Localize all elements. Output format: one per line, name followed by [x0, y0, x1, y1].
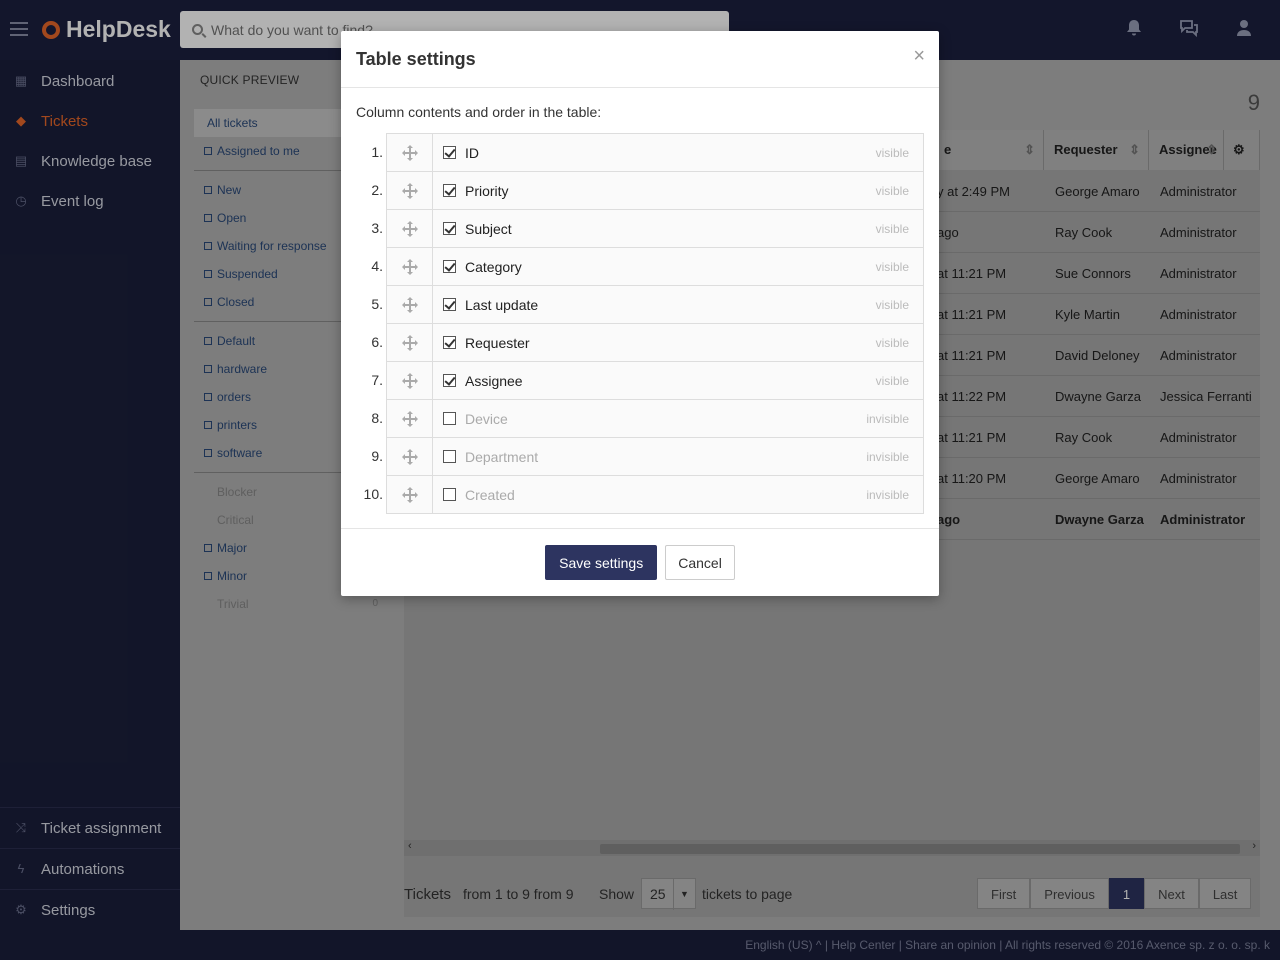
column-number: 9. — [371, 448, 383, 464]
column-number: 10. — [363, 486, 383, 502]
column-visibility: visible — [875, 335, 909, 350]
column-item: Priority visible — [386, 171, 924, 210]
drag-handle-icon[interactable] — [387, 476, 433, 513]
column-number: 6. — [371, 334, 383, 350]
column-name: Assignee — [465, 372, 523, 389]
column-checkbox[interactable] — [443, 336, 456, 349]
column-item: Created invisible — [386, 475, 924, 514]
column-row: 1. ID visible — [356, 133, 924, 172]
column-name: Device — [465, 410, 508, 427]
column-row: 4. Category visible — [356, 247, 924, 286]
column-number: 3. — [371, 220, 383, 236]
column-checkbox[interactable] — [443, 412, 456, 425]
column-name: Subject — [465, 220, 512, 237]
drag-handle-icon[interactable] — [387, 248, 433, 285]
drag-handle-icon[interactable] — [387, 362, 433, 399]
column-list: 1. ID visible 2. Priority visible 3. Subject vis… — [356, 133, 924, 514]
column-visibility: invisible — [866, 449, 909, 464]
column-checkbox[interactable] — [443, 374, 456, 387]
column-name: Created — [465, 486, 515, 503]
column-visibility: visible — [875, 221, 909, 236]
column-checkbox[interactable] — [443, 146, 456, 159]
column-item: Subject visible — [386, 209, 924, 248]
column-row: 9. Department invisible — [356, 437, 924, 476]
drag-handle-icon[interactable] — [387, 286, 433, 323]
column-number: 4. — [371, 258, 383, 274]
column-name: Priority — [465, 182, 509, 199]
column-item: Category visible — [386, 247, 924, 286]
drag-handle-icon[interactable] — [387, 210, 433, 247]
column-item: Last update visible — [386, 285, 924, 324]
table-settings-dialog: Table settings × Column contents and ord… — [341, 31, 939, 596]
column-row: 5. Last update visible — [356, 285, 924, 324]
column-item: Department invisible — [386, 437, 924, 476]
column-number: 7. — [371, 372, 383, 388]
column-row: 8. Device invisible — [356, 399, 924, 438]
drag-handle-icon[interactable] — [387, 134, 433, 171]
column-name: Requester — [465, 334, 530, 351]
column-visibility: invisible — [866, 411, 909, 426]
column-visibility: visible — [875, 297, 909, 312]
dialog-footer: Save settings Cancel — [341, 528, 939, 596]
column-checkbox[interactable] — [443, 450, 456, 463]
column-name: Department — [465, 448, 539, 465]
column-item: Requester visible — [386, 323, 924, 362]
drag-handle-icon[interactable] — [387, 438, 433, 475]
column-checkbox[interactable] — [443, 260, 456, 273]
cancel-button[interactable]: Cancel — [665, 545, 735, 580]
save-settings-button[interactable]: Save settings — [545, 545, 658, 580]
dialog-description: Column contents and order in the table: — [356, 104, 602, 120]
column-visibility: visible — [875, 259, 909, 274]
column-name: ID — [465, 144, 479, 161]
column-visibility: visible — [875, 183, 909, 198]
column-checkbox[interactable] — [443, 222, 456, 235]
column-number: 5. — [371, 296, 383, 312]
column-number: 8. — [371, 410, 383, 426]
drag-handle-icon[interactable] — [387, 324, 433, 361]
column-row: 10. Created invisible — [356, 475, 924, 514]
column-number: 1. — [371, 144, 383, 160]
column-row: 6. Requester visible — [356, 323, 924, 362]
column-checkbox[interactable] — [443, 184, 456, 197]
column-visibility: visible — [875, 145, 909, 160]
dialog-header: Table settings × — [341, 31, 939, 88]
column-row: 3. Subject visible — [356, 209, 924, 248]
drag-handle-icon[interactable] — [387, 172, 433, 209]
column-visibility: invisible — [866, 487, 909, 502]
close-icon[interactable]: × — [913, 45, 925, 68]
column-number: 2. — [371, 182, 383, 198]
column-name: Category — [465, 258, 522, 275]
column-row: 2. Priority visible — [356, 171, 924, 210]
column-visibility: visible — [875, 373, 909, 388]
column-row: 7. Assignee visible — [356, 361, 924, 400]
dialog-title: Table settings — [356, 49, 476, 69]
drag-handle-icon[interactable] — [387, 400, 433, 437]
column-checkbox[interactable] — [443, 488, 456, 501]
column-checkbox[interactable] — [443, 298, 456, 311]
column-item: Assignee visible — [386, 361, 924, 400]
column-item: ID visible — [386, 133, 924, 172]
column-name: Last update — [465, 296, 539, 313]
column-item: Device invisible — [386, 399, 924, 438]
